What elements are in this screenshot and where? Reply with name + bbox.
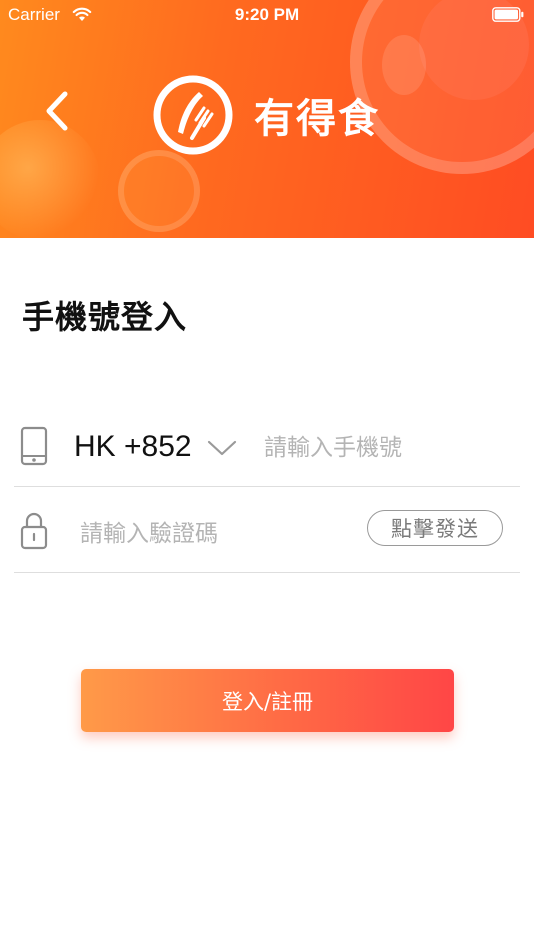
send-code-button[interactable]: 點擊發送 — [367, 510, 503, 546]
login-screen: Carrier 9:20 PM 有得食 手機號登入 HK +852 請輸入手機號… — [0, 0, 534, 951]
verification-code-row: 點擊發送 — [14, 496, 520, 573]
login-register-button[interactable]: 登入/註冊 — [81, 669, 454, 732]
status-time: 9:20 PM — [234, 5, 300, 24]
header-banner: Carrier 9:20 PM 有得食 — [0, 0, 534, 238]
status-bar: Carrier 9:20 PM — [0, 0, 534, 30]
verification-code-input[interactable] — [80, 516, 340, 552]
page-title: 手機號登入 — [22, 298, 188, 336]
brand-logo-icon — [153, 75, 233, 155]
chevron-down-icon[interactable] — [206, 439, 238, 457]
back-button[interactable] — [38, 88, 78, 134]
decor-flowers — [0, 120, 100, 238]
battery-icon — [492, 7, 524, 22]
phone-icon — [20, 426, 48, 466]
lock-icon — [20, 512, 48, 550]
country-code-selector[interactable]: HK +852 — [74, 430, 192, 464]
brand-name: 有得食 — [254, 96, 380, 142]
decor-cup — [118, 150, 200, 232]
phone-row: HK +852 — [14, 412, 520, 487]
phone-number-input[interactable] — [264, 430, 514, 466]
back-chevron-icon — [46, 91, 68, 131]
decor-spoon — [382, 35, 426, 95]
